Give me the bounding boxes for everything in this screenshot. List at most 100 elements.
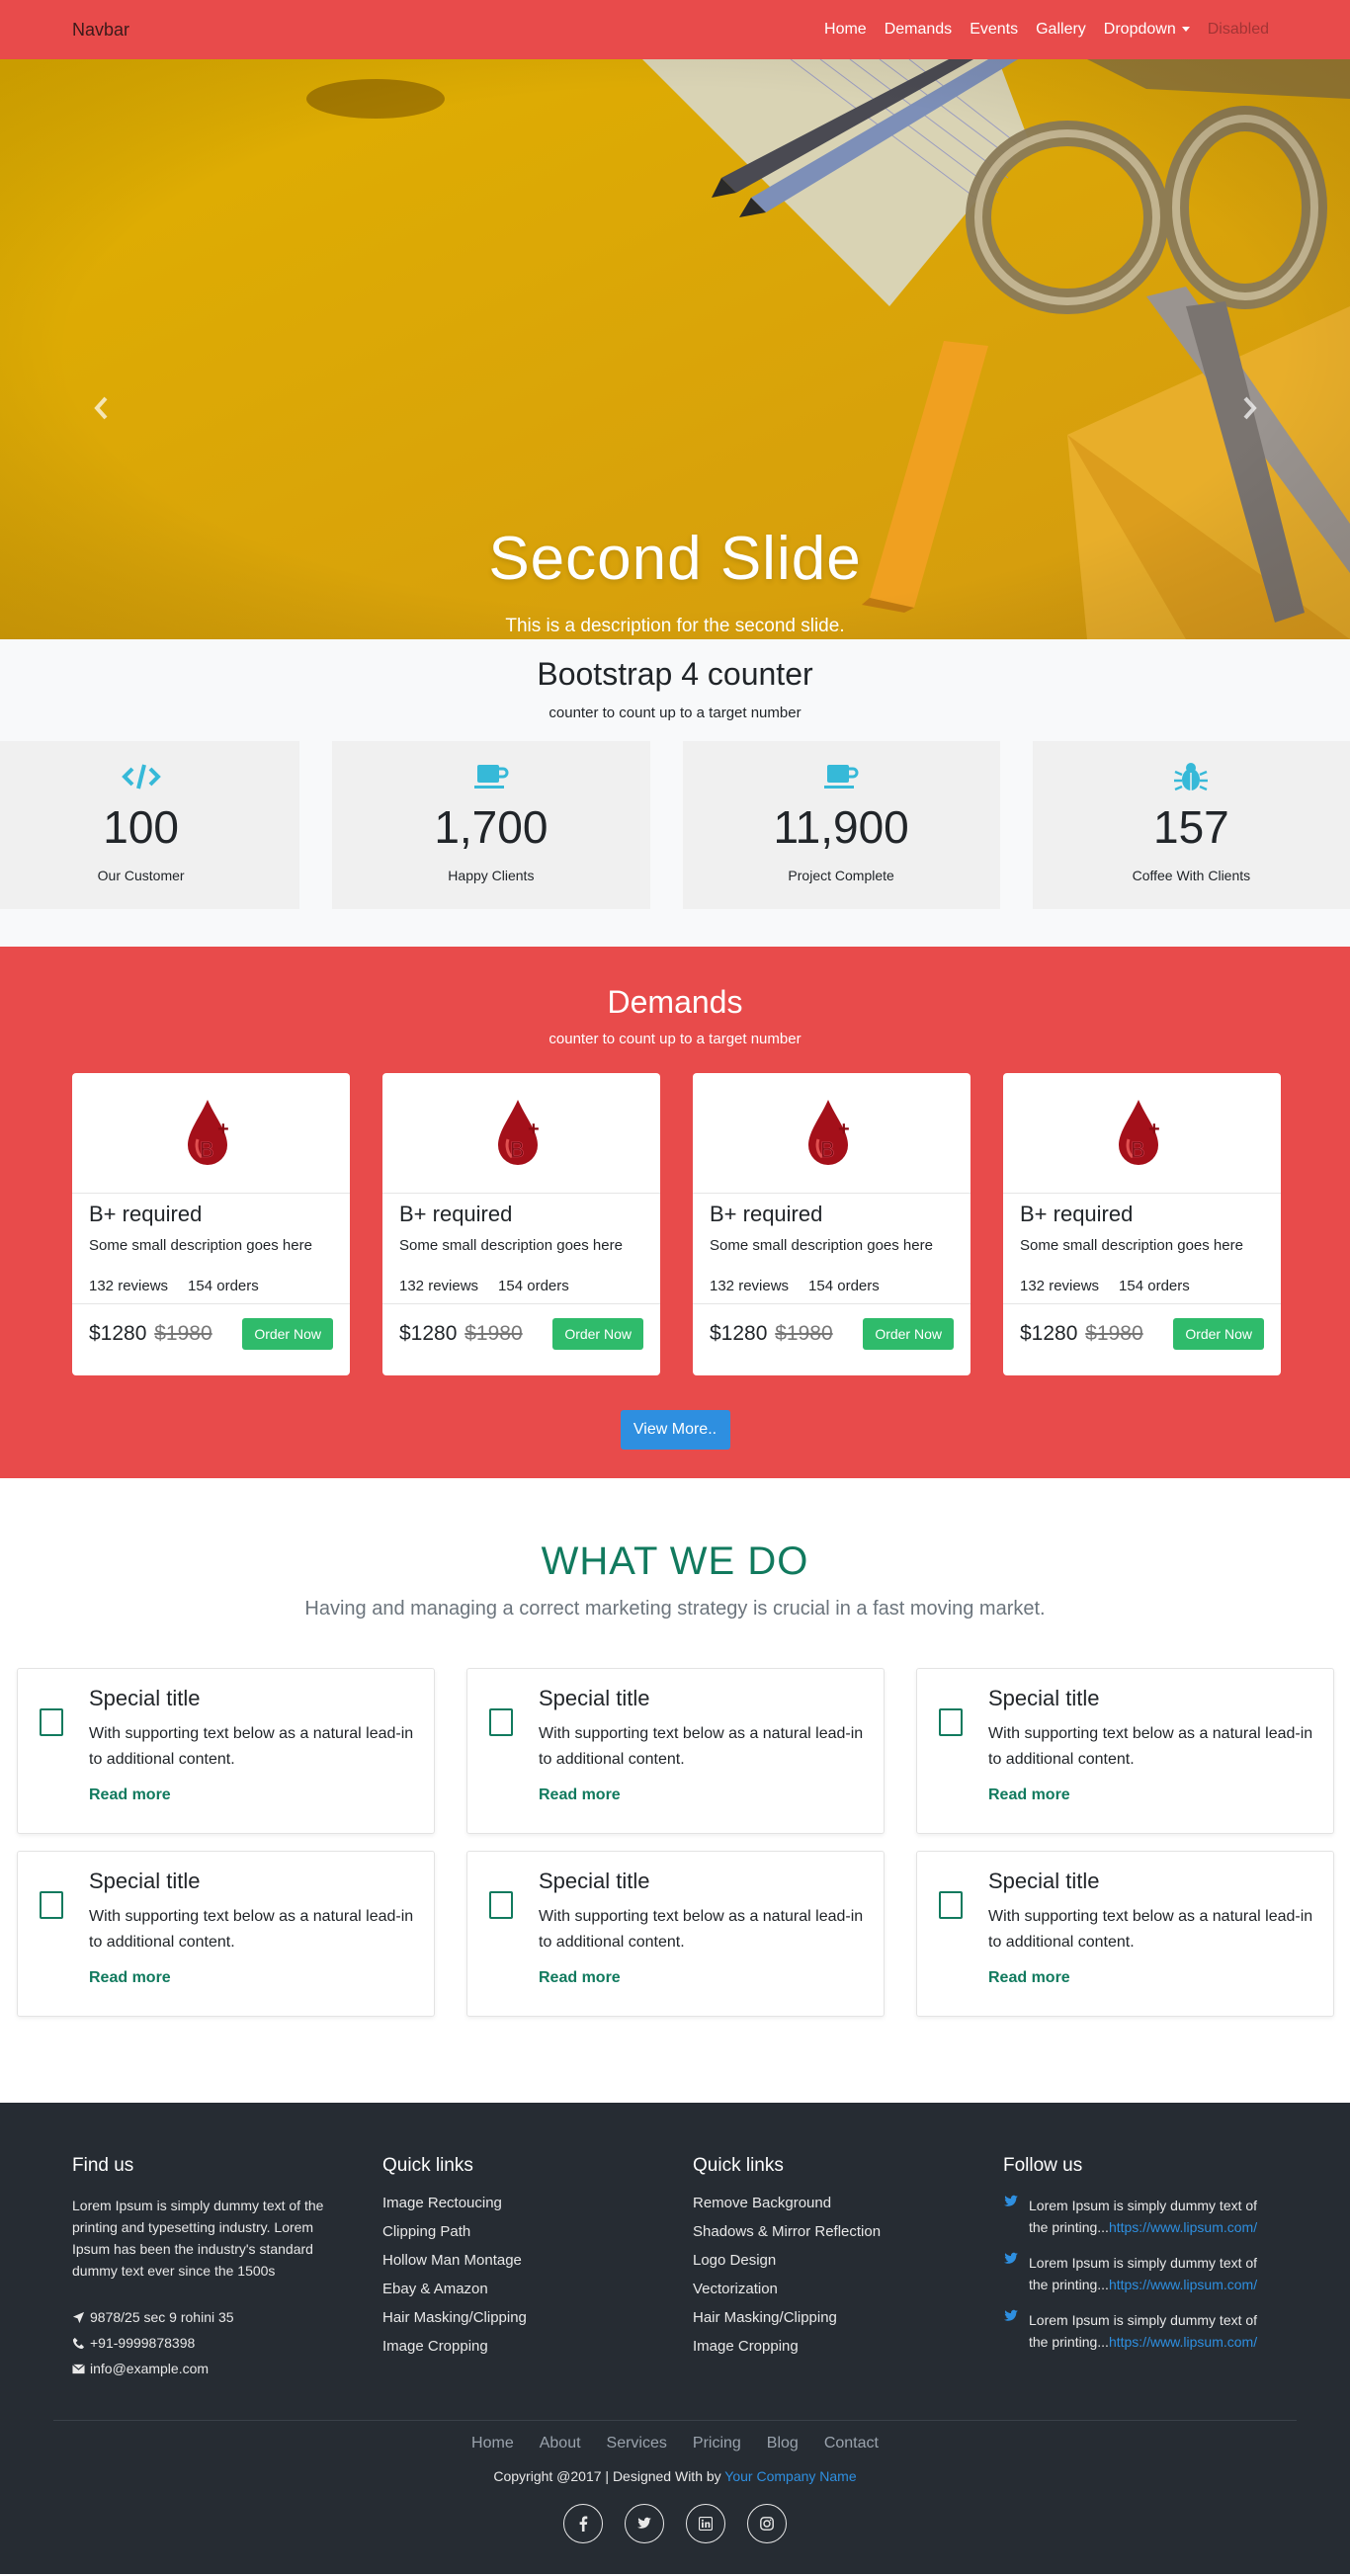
nav-link-events[interactable]: Events xyxy=(961,21,1027,39)
counter-label: Happy Clients xyxy=(448,868,535,883)
footer-nav-contact[interactable]: Contact xyxy=(811,2435,891,2452)
read-more-link[interactable]: Read more xyxy=(89,1787,171,1804)
carousel-next-icon[interactable] xyxy=(1238,393,1260,423)
location-arrow-icon xyxy=(72,2311,85,2323)
linkedin-icon[interactable] xyxy=(686,2504,725,2543)
order-now-button[interactable]: Order Now xyxy=(242,1318,333,1350)
price-current: $1280 xyxy=(1020,1322,1078,1345)
facebook-icon[interactable] xyxy=(563,2504,603,2543)
service-text: With supporting text below as a natural … xyxy=(539,1725,864,1768)
footer-nav-pricing[interactable]: Pricing xyxy=(680,2435,754,2452)
blood-drop-image: B + xyxy=(382,1073,660,1194)
demand-card: B + B+ required Some small description go… xyxy=(72,1073,350,1375)
company-link[interactable]: Your Company Name xyxy=(724,2468,856,2484)
demand-reviews: 132 reviews xyxy=(399,1278,479,1294)
footer-link[interactable]: Hollow Man Montage xyxy=(382,2252,693,2269)
order-now-button[interactable]: Order Now xyxy=(552,1318,643,1350)
footer-quick-links-2: Quick links Remove Background Shadows & … xyxy=(693,2155,1003,2376)
twitter-bird-icon xyxy=(1004,2252,1018,2264)
nav-link-gallery[interactable]: Gallery xyxy=(1027,21,1095,39)
nav-link-demands[interactable]: Demands xyxy=(876,21,961,39)
footer: Find us Lorem Ipsum is simply dummy text… xyxy=(0,2103,1350,2574)
tweet-link[interactable]: https://www.lipsum.com/ xyxy=(1109,2219,1257,2235)
read-more-link[interactable]: Read more xyxy=(89,1969,171,1987)
footer-link[interactable]: Image Cropping xyxy=(382,2338,693,2355)
footer-link[interactable]: Ebay & Amazon xyxy=(382,2281,693,2297)
tweet-link[interactable]: https://www.lipsum.com/ xyxy=(1109,2334,1257,2350)
tweet-link[interactable]: https://www.lipsum.com/ xyxy=(1109,2277,1257,2292)
service-text: With supporting text below as a natural … xyxy=(89,1725,414,1768)
footer-link[interactable]: Image Rectoucing xyxy=(382,2195,693,2211)
square-icon xyxy=(40,1891,63,1919)
counter-subtitle: counter to count up to a target number xyxy=(548,705,802,721)
read-more-link[interactable]: Read more xyxy=(539,1787,621,1804)
demand-card: B + B+ required Some small description go… xyxy=(693,1073,970,1375)
square-icon xyxy=(939,1891,963,1919)
demand-price: $1280 $1980 xyxy=(1020,1322,1143,1346)
footer-heading: Quick links xyxy=(382,2155,473,2176)
code-icon xyxy=(0,761,299,792)
counter-row: 100 Our Customer 1,700 Happy Clients 11,… xyxy=(0,741,1350,909)
what-we-do-section: WHAT WE DO Having and managing a correct… xyxy=(0,1478,1350,2103)
service-title: Special title xyxy=(89,1869,201,1893)
read-more-link[interactable]: Read more xyxy=(988,1969,1070,1987)
footer-nav-blog[interactable]: Blog xyxy=(754,2435,811,2452)
footer-nav-about[interactable]: About xyxy=(527,2435,594,2452)
order-now-button[interactable]: Order Now xyxy=(1173,1318,1264,1350)
coffee-icon xyxy=(332,761,649,792)
slide-title: Second Slide xyxy=(488,525,862,593)
nav-link-home[interactable]: Home xyxy=(815,21,876,39)
footer-link[interactable]: Hair Masking/Clipping xyxy=(693,2309,1003,2326)
footer-link[interactable]: Clipping Path xyxy=(382,2223,693,2240)
address-text: 9878/25 sec 9 rohini 35 xyxy=(90,2309,234,2325)
footer-divider xyxy=(53,2420,1297,2421)
footer-heading: Follow us xyxy=(1003,2155,1083,2176)
tweet-item: Lorem Ipsum is simply dummy text of the … xyxy=(1003,2252,1313,2295)
slide-description: This is a description for the second sli… xyxy=(505,616,845,636)
footer-quick-links-1: Quick links Image Rectoucing Clipping Pa… xyxy=(382,2155,693,2376)
square-icon xyxy=(489,1708,513,1736)
footer-link[interactable]: Hair Masking/Clipping xyxy=(382,2309,693,2326)
price-old: $1980 xyxy=(154,1322,212,1345)
twitter-icon[interactable] xyxy=(625,2504,664,2543)
contact-email: info@example.com xyxy=(72,2361,382,2376)
footer-nav: Home About Services Pricing Blog Contact xyxy=(0,2435,1350,2452)
footer-nav-home[interactable]: Home xyxy=(459,2435,527,2452)
order-now-button[interactable]: Order Now xyxy=(863,1318,954,1350)
read-more-link[interactable]: Read more xyxy=(539,1969,621,1987)
counter-value: 11,900 xyxy=(773,801,909,853)
footer-nav-services[interactable]: Services xyxy=(594,2435,680,2452)
counter-label: Coffee With Clients xyxy=(1132,868,1251,883)
instagram-icon[interactable] xyxy=(747,2504,787,2543)
nav-dropdown[interactable]: Dropdown xyxy=(1095,21,1199,39)
footer-link[interactable]: Logo Design xyxy=(693,2252,1003,2269)
demand-title[interactable]: B+ required xyxy=(89,1202,333,1227)
tweet-item: Lorem Ipsum is simply dummy text of the … xyxy=(1003,2309,1313,2353)
carousel-prev-icon[interactable] xyxy=(91,393,113,423)
demand-orders: 154 orders xyxy=(188,1278,259,1294)
footer-heading: Quick links xyxy=(693,2155,784,2176)
demand-title[interactable]: B+ required xyxy=(399,1202,643,1227)
caret-down-icon xyxy=(1181,27,1190,33)
price-old: $1980 xyxy=(775,1322,833,1345)
svg-text:B: B xyxy=(200,1137,214,1162)
footer-link[interactable]: Vectorization xyxy=(693,2281,1003,2297)
demand-title[interactable]: B+ required xyxy=(710,1202,954,1227)
read-more-link[interactable]: Read more xyxy=(988,1787,1070,1804)
service-title: Special title xyxy=(988,1869,1100,1893)
footer-find-us: Find us Lorem Ipsum is simply dummy text… xyxy=(72,2155,382,2376)
view-more-button[interactable]: View More.. xyxy=(620,1410,730,1450)
demands-subtitle: counter to count up to a target number xyxy=(548,1031,802,1047)
footer-link[interactable]: Shadows & Mirror Reflection xyxy=(693,2223,1003,2240)
navbar-brand[interactable]: Navbar xyxy=(72,20,129,41)
footer-link[interactable]: Image Cropping xyxy=(693,2338,1003,2355)
demand-title[interactable]: B+ required xyxy=(1020,1202,1264,1227)
svg-text:+: + xyxy=(838,1119,850,1140)
counter-card: 1,700 Happy Clients xyxy=(332,741,650,909)
service-text: With supporting text below as a natural … xyxy=(539,1908,864,1951)
price-current: $1280 xyxy=(399,1322,458,1345)
footer-follow-us: Follow us Lorem Ipsum is simply dummy te… xyxy=(1003,2155,1313,2376)
footer-link[interactable]: Remove Background xyxy=(693,2195,1003,2211)
svg-text:+: + xyxy=(1148,1119,1160,1140)
square-icon xyxy=(939,1708,963,1736)
